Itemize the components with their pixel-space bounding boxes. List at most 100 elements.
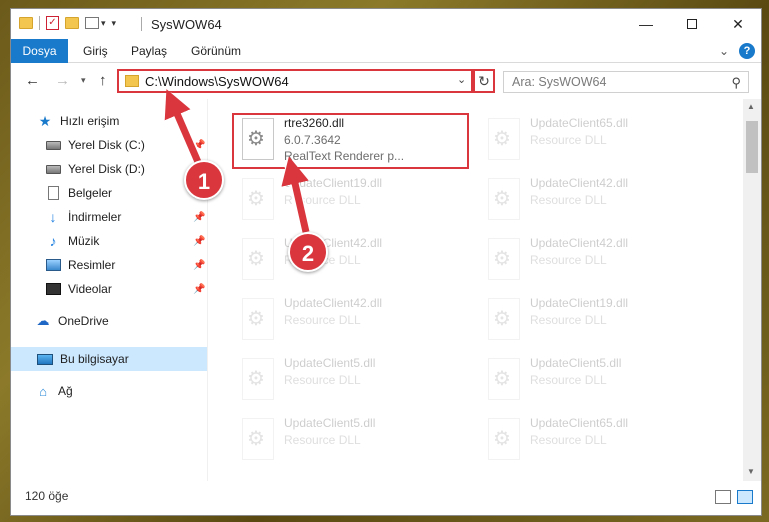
pin-icon[interactable]: 📌 <box>193 284 205 295</box>
file-item[interactable]: ⚙ rtre3260.dll 6.0.7.3642 RealText Rende… <box>234 113 466 167</box>
folder-icon <box>125 75 139 87</box>
file-name: UpdateClient19.dll <box>530 296 629 310</box>
sidebar-item-documents[interactable]: Belgeler 📌 <box>11 181 207 205</box>
tab-view[interactable]: Görünüm <box>179 39 253 63</box>
file-name: UpdateClient42.dll <box>284 296 383 310</box>
file-item[interactable]: ⚙ UpdateClient42.dll Resource DLL <box>234 293 466 347</box>
expand-ribbon-icon[interactable]: ⌄ <box>719 44 729 58</box>
quick-access-toolbar: ✓ ▾ ▾ <box>19 16 116 30</box>
dll-file-icon: ⚙ <box>242 178 274 220</box>
pin-icon[interactable]: 📌 <box>193 212 205 223</box>
dll-file-icon: ⚙ <box>488 418 520 460</box>
scrollbar-thumb[interactable] <box>746 121 758 173</box>
scroll-up-icon[interactable]: ▲ <box>747 102 755 111</box>
chevron-down-icon[interactable]: ⌄ <box>457 73 466 86</box>
address-bar[interactable]: C:\Windows\SysWOW64 ⌄ <box>117 69 473 93</box>
status-bar: 120 öğe <box>11 481 761 515</box>
dll-file-icon: ⚙ <box>488 178 520 220</box>
sidebar-item-this-pc[interactable]: Bu bilgisayar <box>11 347 207 371</box>
tab-share[interactable]: Paylaş <box>119 39 179 63</box>
properties-check-icon[interactable]: ✓ <box>46 16 59 30</box>
file-item[interactable]: ⚙ UpdateClient42.dll Resource DLL <box>480 233 712 287</box>
file-item[interactable]: ⚙ UpdateClient5.dll Resource DLL <box>480 353 712 407</box>
annotation-label-2: 2 <box>288 232 328 272</box>
file-type: Resource DLL <box>530 313 607 327</box>
sidebar-item-label: Yerel Disk (C:) <box>68 138 145 152</box>
sidebar-item-onedrive[interactable]: ☁ OneDrive <box>11 309 207 333</box>
details-view-icon[interactable] <box>715 490 731 504</box>
drive-icon <box>45 162 61 176</box>
back-arrow-icon[interactable]: ← <box>25 72 40 89</box>
file-name: UpdateClient5.dll <box>284 416 376 430</box>
dll-file-icon: ⚙ <box>242 418 274 460</box>
tab-file[interactable]: Dosya <box>11 39 68 63</box>
sidebar-item-label: Hızlı erişim <box>60 114 120 128</box>
pictures-icon <box>45 258 61 272</box>
file-name: UpdateClient5.dll <box>284 356 376 370</box>
file-description: RealText Renderer p... <box>284 149 405 163</box>
dll-file-icon: ⚙ <box>242 238 274 280</box>
sidebar-item-network[interactable]: ⌂ Ağ <box>11 379 207 403</box>
dll-file-icon: ⚙ <box>488 298 520 340</box>
up-arrow-icon[interactable]: ↑ <box>99 72 107 89</box>
search-placeholder: Ara: SysWOW64 <box>512 75 607 89</box>
maximize-button[interactable] <box>669 9 715 39</box>
chevron-down-icon[interactable]: ▾ <box>101 18 106 29</box>
sidebar-item-music[interactable]: ♪ Müzik 📌 <box>11 229 207 253</box>
sidebar-item-downloads[interactable]: ↓ İndirmeler 📌 <box>11 205 207 229</box>
customize-toolbar-icon[interactable]: ▾ <box>112 18 117 29</box>
sidebar-item-quick-access[interactable]: ★ Hızlı erişim <box>11 109 207 133</box>
new-folder-icon[interactable] <box>65 17 79 29</box>
sidebar-item-pictures[interactable]: Resimler 📌 <box>11 253 207 277</box>
file-name: UpdateClient65.dll <box>530 416 629 430</box>
file-type: Resource DLL <box>284 313 361 327</box>
file-item[interactable]: ⚙ UpdateClient5.dll Resource DLL <box>234 353 466 407</box>
item-count: 120 öğe <box>25 489 69 503</box>
close-button[interactable]: ✕ <box>715 9 761 39</box>
navigation-bar: ← → ▾ ↑ C:\Windows\SysWOW64 ⌄ ↻ Ara: Sys… <box>11 63 761 99</box>
document-icon <box>45 186 61 200</box>
pin-icon[interactable]: 📌 <box>193 236 205 247</box>
cloud-icon: ☁ <box>36 313 50 328</box>
drive-icon <box>45 138 61 152</box>
folder-icon <box>19 17 33 29</box>
vertical-scrollbar[interactable]: ▲ ▼ <box>743 99 761 481</box>
file-name: UpdateClient65.dll <box>530 116 629 130</box>
file-item[interactable]: ⚙ UpdateClient5.dll Resource DLL <box>234 413 466 467</box>
tab-home[interactable]: Giriş <box>71 39 120 63</box>
star-icon: ★ <box>38 112 52 129</box>
sidebar-item-label: Ağ <box>58 384 73 398</box>
tiles-view-icon[interactable] <box>737 490 753 504</box>
title-bar: ✓ ▾ ▾ SysWOW64 — ✕ <box>11 9 761 39</box>
search-icon[interactable]: ⚲ <box>731 75 741 91</box>
pin-icon[interactable]: 📌 <box>193 260 205 271</box>
address-path[interactable]: C:\Windows\SysWOW64 <box>145 74 289 89</box>
forward-arrow-icon[interactable]: → <box>55 72 70 89</box>
file-version: 6.0.7.3642 <box>284 133 341 147</box>
refresh-button[interactable]: ↻ <box>473 69 495 93</box>
window-title: SysWOW64 <box>151 17 222 32</box>
dll-file-icon: ⚙ <box>242 118 274 160</box>
file-item[interactable]: ⚙ UpdateClient42.dll Resource DLL <box>234 233 466 287</box>
help-icon[interactable]: ? <box>739 43 755 59</box>
minimize-button[interactable]: — <box>623 9 669 39</box>
sidebar-item-local-disk-c[interactable]: Yerel Disk (C:) 📌 <box>11 133 207 157</box>
file-item[interactable]: ⚙ UpdateClient42.dll Resource DLL <box>480 173 712 227</box>
file-type: Resource DLL <box>530 193 607 207</box>
scroll-down-icon[interactable]: ▼ <box>747 467 755 476</box>
file-item[interactable]: ⚙ UpdateClient65.dll Resource DLL <box>480 113 712 167</box>
customize-icon[interactable] <box>85 17 99 29</box>
file-name: UpdateClient42.dll <box>530 176 629 190</box>
sidebar-item-label: OneDrive <box>58 314 109 328</box>
search-input[interactable]: Ara: SysWOW64 ⚲ <box>503 71 749 93</box>
file-item[interactable]: ⚙ UpdateClient19.dll Resource DLL <box>234 173 466 227</box>
file-name: UpdateClient19.dll <box>284 176 383 190</box>
annotation-label-1: 1 <box>184 160 224 200</box>
recent-locations-icon[interactable]: ▾ <box>81 75 86 86</box>
sidebar-item-videos[interactable]: Videolar 📌 <box>11 277 207 301</box>
pin-icon[interactable]: 📌 <box>193 140 205 151</box>
file-item[interactable]: ⚙ UpdateClient65.dll Resource DLL <box>480 413 712 467</box>
ribbon-tabs: Dosya Giriş Paylaş Görünüm ⌄ ? <box>11 39 761 63</box>
file-item[interactable]: ⚙ UpdateClient19.dll Resource DLL <box>480 293 712 347</box>
sidebar-item-local-disk-d[interactable]: Yerel Disk (D:) <box>11 157 207 181</box>
